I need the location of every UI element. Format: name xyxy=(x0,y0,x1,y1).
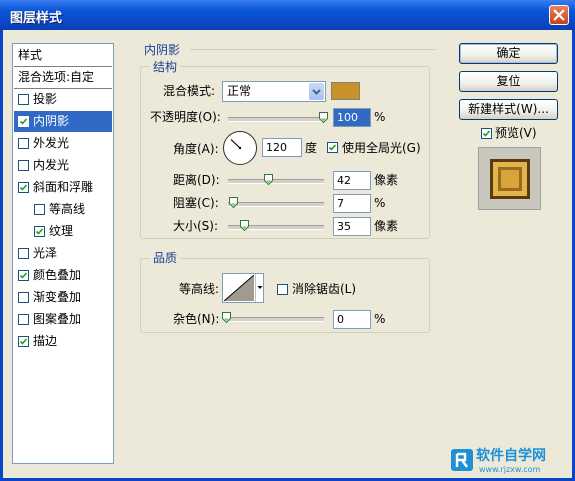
size-unit: 像素 xyxy=(374,219,399,233)
angle-unit: 度 xyxy=(305,141,318,155)
section-title: 内阴影 xyxy=(144,43,181,57)
ok-button[interactable]: 确定 xyxy=(459,43,558,64)
angle-label: 角度(A): xyxy=(173,142,219,156)
style-item[interactable]: 外发光 xyxy=(14,133,112,154)
style-item[interactable]: 斜面和浮雕 xyxy=(14,177,112,198)
opacity-slider-thumb[interactable] xyxy=(319,112,328,123)
close-icon xyxy=(553,9,565,21)
watermark-url: www.rjzxw.com xyxy=(479,465,541,474)
choke-label: 阻塞(C): xyxy=(173,196,219,210)
style-item[interactable]: 描边 xyxy=(14,331,112,352)
style-item-label: 投影 xyxy=(33,92,58,106)
style-item-label: 斜面和浮雕 xyxy=(33,180,94,194)
choke-unit: % xyxy=(374,196,386,210)
opacity-unit: % xyxy=(374,110,386,124)
blend-mode-select[interactable]: 正常 xyxy=(222,81,326,102)
distance-slider-track xyxy=(228,179,324,184)
antialias-label[interactable]: 消除锯齿(L) xyxy=(292,282,356,296)
style-list-header: 样式 xyxy=(14,45,112,67)
style-item[interactable]: 内阴影 xyxy=(14,111,112,132)
style-preview-thumbnail xyxy=(478,147,541,210)
opacity-label: 不透明度(O): xyxy=(150,110,221,124)
contour-label: 等高线: xyxy=(179,282,220,296)
structure-title: 结构 xyxy=(150,61,181,73)
angle-dial[interactable] xyxy=(222,130,258,166)
style-item-checkbox[interactable] xyxy=(18,116,29,127)
caret-down-icon xyxy=(257,286,263,289)
opacity-input[interactable]: 100 xyxy=(333,108,371,127)
opacity-slider-track xyxy=(228,117,324,122)
distance-unit: 像素 xyxy=(374,173,399,187)
style-item-checkbox[interactable] xyxy=(18,94,29,105)
choke-input[interactable]: 7 xyxy=(333,194,371,213)
shadow-color-swatch[interactable] xyxy=(331,82,360,100)
style-item-label: 外发光 xyxy=(33,136,70,150)
global-light-checkbox[interactable] xyxy=(327,142,338,153)
new-style-button[interactable]: 新建样式(W)... xyxy=(459,99,558,120)
size-input[interactable]: 35 xyxy=(333,217,371,236)
size-slider-thumb[interactable] xyxy=(240,220,249,231)
blend-mode-label: 混合模式: xyxy=(163,84,216,98)
style-item[interactable]: 图案叠加 xyxy=(14,309,112,330)
distance-label: 距离(D): xyxy=(173,173,220,187)
style-item[interactable]: 投影 xyxy=(14,89,112,110)
contour-dropdown[interactable] xyxy=(255,274,264,302)
style-item-label: 纹理 xyxy=(49,224,74,238)
style-item-checkbox[interactable] xyxy=(18,182,29,193)
quality-title: 品质 xyxy=(150,252,181,264)
style-item-checkbox[interactable] xyxy=(34,204,45,215)
contour-curve-icon xyxy=(224,275,254,301)
style-item-checkbox[interactable] xyxy=(18,292,29,303)
style-item-label: 渐变叠加 xyxy=(33,290,82,304)
reset-button[interactable]: 复位 xyxy=(459,71,558,92)
style-item[interactable]: 光泽 xyxy=(14,243,112,264)
style-item-checkbox[interactable] xyxy=(34,226,45,237)
watermark-brand: 软件自学网 xyxy=(476,448,546,464)
distance-input[interactable]: 42 xyxy=(333,171,371,190)
style-item-label: 内阴影 xyxy=(33,114,70,128)
window-title: 图层样式 xyxy=(10,11,63,26)
style-item-label: 图案叠加 xyxy=(33,312,82,326)
style-list[interactable]: 样式 混合选项:自定 投影内阴影外发光内发光斜面和浮雕等高线纹理光泽颜色叠加渐变… xyxy=(12,43,114,464)
style-item-label: 等高线 xyxy=(49,202,86,216)
noise-slider-track xyxy=(228,317,324,322)
angle-input[interactable]: 120 xyxy=(262,138,302,157)
preview-checkbox[interactable] xyxy=(481,128,492,139)
noise-label: 杂色(N): xyxy=(173,312,220,326)
style-item-checkbox[interactable] xyxy=(18,248,29,259)
noise-input[interactable]: 0 xyxy=(333,310,371,329)
distance-slider-thumb[interactable] xyxy=(264,174,273,185)
contour-picker[interactable] xyxy=(222,273,264,303)
style-item[interactable]: 渐变叠加 xyxy=(14,287,112,308)
style-item-checkbox[interactable] xyxy=(18,336,29,347)
style-item[interactable]: 纹理 xyxy=(14,221,112,242)
noise-slider-thumb[interactable] xyxy=(222,312,231,323)
blend-options-item[interactable]: 混合选项:自定 xyxy=(14,67,112,89)
close-button[interactable] xyxy=(549,5,569,25)
chevron-down-icon xyxy=(309,83,324,100)
antialias-checkbox[interactable] xyxy=(277,284,288,295)
preview-swatch-icon xyxy=(490,159,530,199)
size-label: 大小(S): xyxy=(173,219,219,233)
style-item-label: 内发光 xyxy=(33,158,70,172)
choke-slider-thumb[interactable] xyxy=(229,197,238,208)
style-item[interactable]: 内发光 xyxy=(14,155,112,176)
noise-unit: % xyxy=(374,312,386,326)
watermark-logo: 软件自学网 www.rjzxw.com xyxy=(449,446,571,476)
preview-label[interactable]: 预览(V) xyxy=(495,126,537,140)
section-divider xyxy=(190,49,436,50)
style-item-label: 颜色叠加 xyxy=(33,268,82,282)
style-item[interactable]: 颜色叠加 xyxy=(14,265,112,286)
style-item-checkbox[interactable] xyxy=(18,314,29,325)
global-light-label[interactable]: 使用全局光(G) xyxy=(342,141,421,155)
style-item-checkbox[interactable] xyxy=(18,270,29,281)
style-item-checkbox[interactable] xyxy=(18,138,29,149)
style-item-label: 光泽 xyxy=(33,246,58,260)
title-bar[interactable] xyxy=(0,0,575,30)
style-item[interactable]: 等高线 xyxy=(14,199,112,220)
style-item-checkbox[interactable] xyxy=(18,160,29,171)
choke-slider-track xyxy=(228,202,324,207)
style-item-label: 描边 xyxy=(33,334,58,348)
